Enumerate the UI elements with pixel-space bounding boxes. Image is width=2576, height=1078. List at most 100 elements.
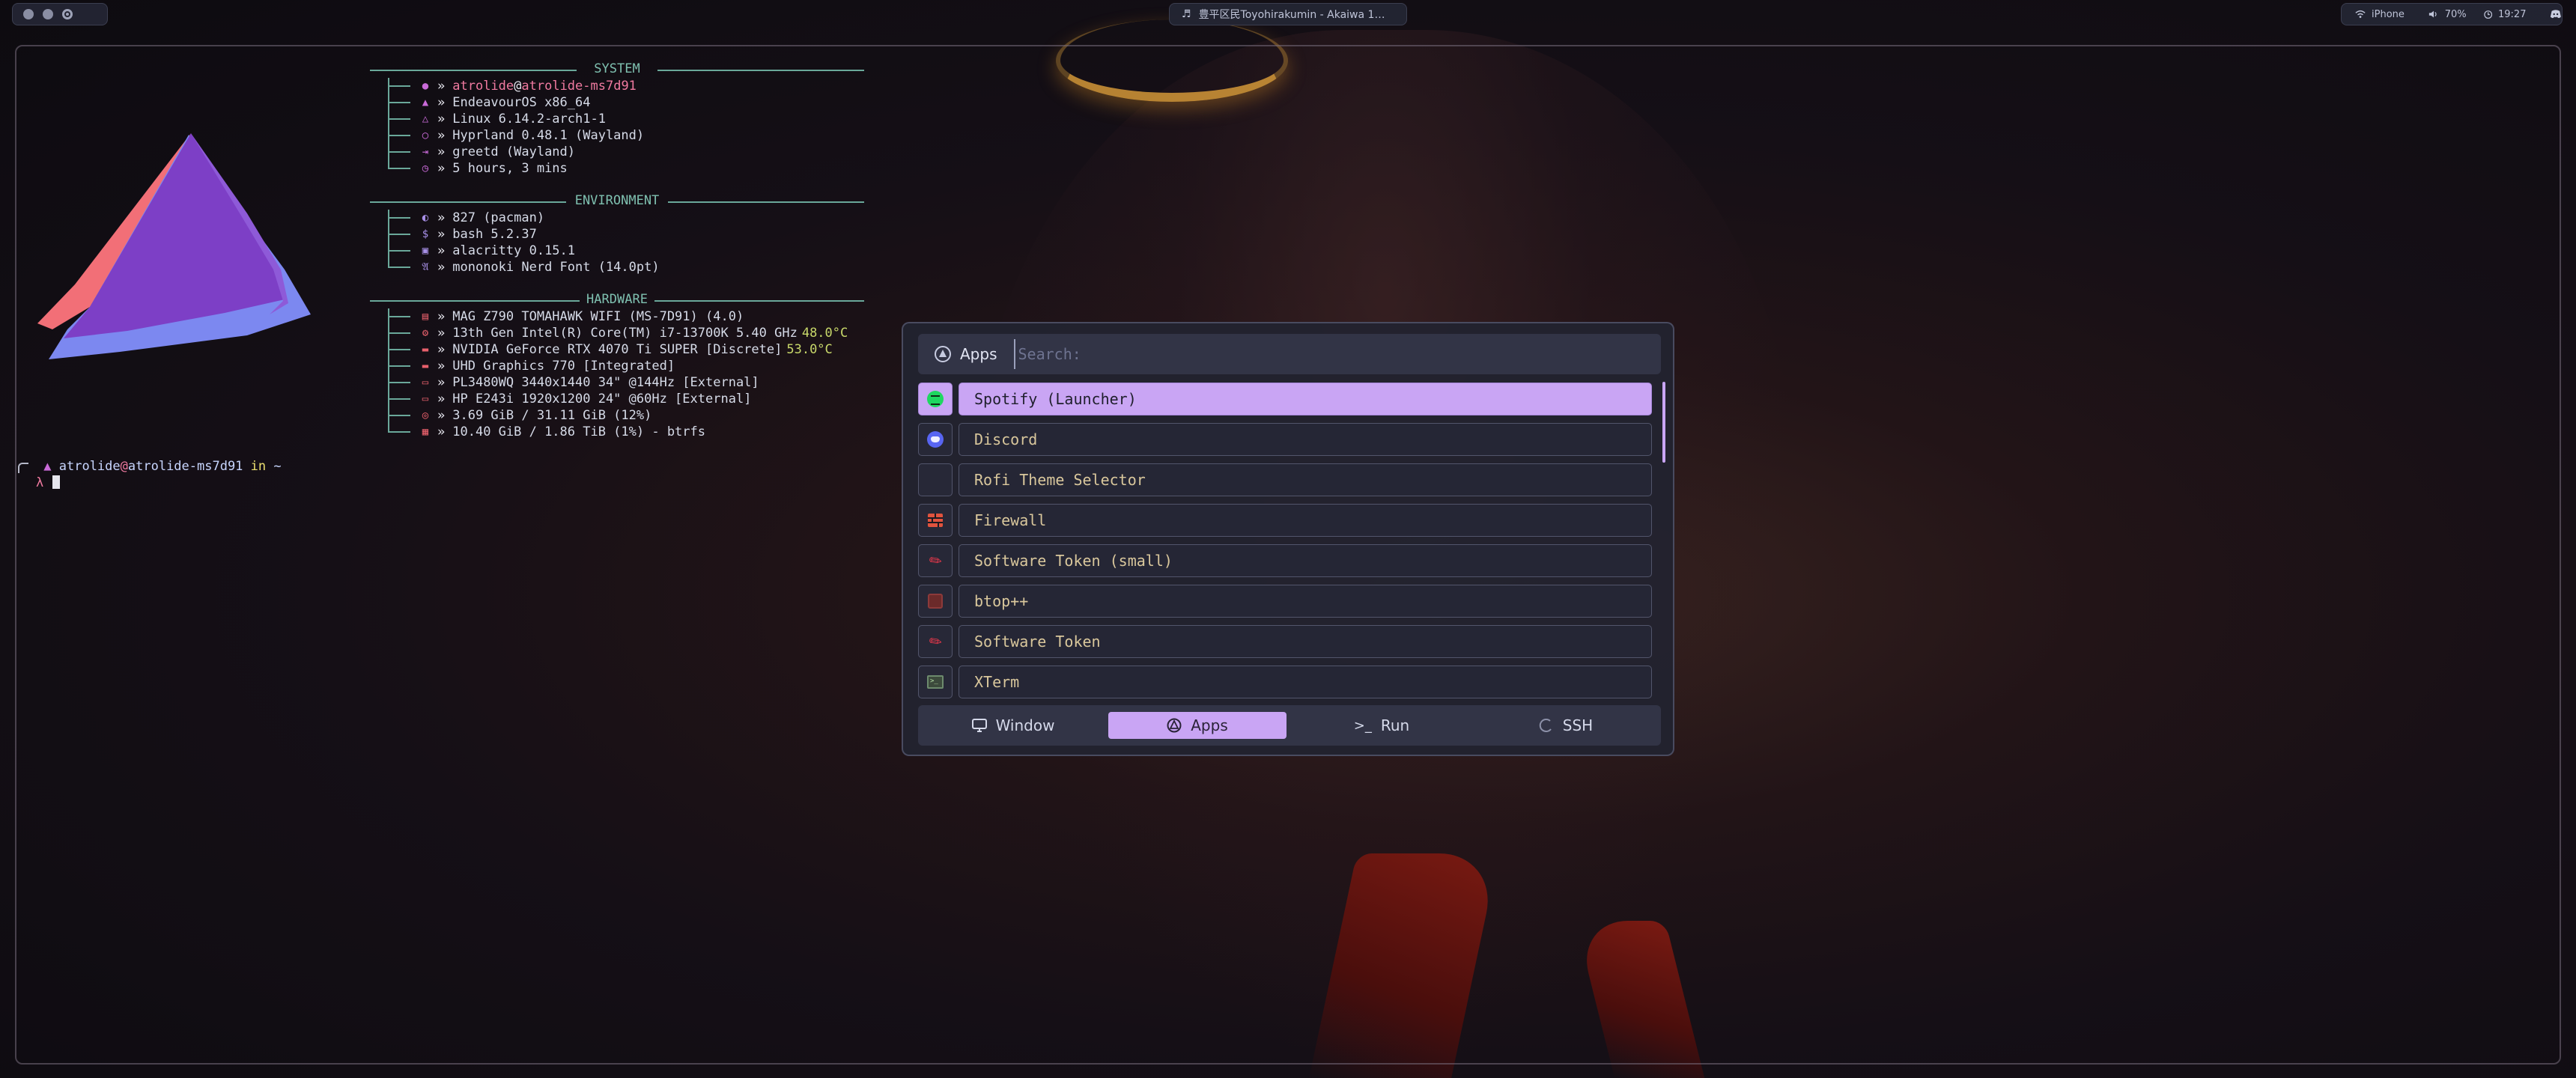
shell-prompt: ▲ atrolide@atrolide-ms7d91 in ~ bbox=[18, 458, 282, 475]
gpu-icon: ▬ bbox=[422, 360, 429, 372]
gpu-icon: ▬ bbox=[422, 344, 429, 356]
mode-button-ssh[interactable]: SSH bbox=[1477, 712, 1655, 739]
environment-section-title: ENVIRONMENT bbox=[574, 193, 660, 208]
list-item-software-token-small[interactable]: ✎ Software Token (small) bbox=[918, 543, 1667, 578]
hyprland-icon: ○ bbox=[422, 130, 429, 141]
info-row-gpu: ▬ » UHD Graphics 770 [Integrated] bbox=[388, 358, 675, 374]
list-item-label: Software Token bbox=[959, 625, 1652, 658]
list-item-xterm[interactable]: >_ XTerm bbox=[918, 665, 1667, 699]
mode-button-run[interactable]: >_ Run bbox=[1292, 712, 1471, 739]
info-row-os: ▲ » EndeavourOS x86_64 bbox=[388, 94, 590, 111]
list-item-rofi-theme-selector[interactable]: Rofi Theme Selector bbox=[918, 463, 1667, 497]
token-icon: ✎ bbox=[925, 549, 946, 572]
package-icon: ◐ bbox=[422, 212, 429, 224]
scrollbar-thumb[interactable] bbox=[1662, 382, 1665, 463]
info-row-wm: ○ » Hyprland 0.48.1 (Wayland) bbox=[388, 127, 644, 144]
search-input[interactable] bbox=[1013, 339, 1661, 369]
info-row-font: 𝔄 » mononoki Nerd Font (14.0pt) bbox=[388, 259, 660, 275]
list-item-label: Software Token (small) bbox=[959, 544, 1652, 577]
apps-icon bbox=[1167, 718, 1182, 733]
memory-icon: ◎ bbox=[422, 409, 429, 421]
endeavouros-icon: ▲ bbox=[43, 459, 52, 474]
run-icon: >_ bbox=[1353, 717, 1372, 734]
terminal-icon: ▣ bbox=[422, 245, 429, 257]
list-item-discord[interactable]: Discord bbox=[918, 422, 1667, 457]
endeavouros-logo bbox=[37, 133, 311, 359]
motherboard-icon: ▤ bbox=[422, 311, 429, 323]
environment-section-header: ENVIRONMENT bbox=[370, 193, 864, 210]
media-title: 豊平区民Toyohirakumin - Akaiwa 1… bbox=[1198, 9, 1385, 21]
workspace-3-active-dot[interactable] bbox=[62, 9, 73, 19]
info-row-user: ● » atrolide @ atrolide-ms7d91 bbox=[388, 78, 637, 94]
clock-icon bbox=[2483, 10, 2492, 19]
btop-icon bbox=[928, 594, 943, 609]
info-row-kernel: △ » Linux 6.14.2-arch1-1 bbox=[388, 111, 606, 127]
discord-tray-icon[interactable] bbox=[2550, 9, 2562, 19]
info-row-display: ▭ » PL3480WQ 3440x1440 34" @144Hz [Extern… bbox=[388, 374, 759, 391]
spotify-icon bbox=[927, 391, 944, 407]
info-row-disk: ▦ » 10.40 GiB / 1.86 TiB (1%) - btrfs bbox=[388, 424, 705, 440]
info-row-uptime: ◷ » 5 hours, 3 mins bbox=[388, 160, 568, 177]
rofi-input-bar: Apps bbox=[918, 334, 1661, 374]
clock-label[interactable]: 19:27 bbox=[2498, 9, 2526, 20]
music-note-icon: ♬ bbox=[1182, 8, 1191, 20]
apps-icon bbox=[935, 346, 951, 362]
info-row-memory: ◎ » 3.69 GiB / 31.11 GiB (12%) bbox=[388, 407, 651, 424]
mode-button-window[interactable]: Window bbox=[924, 712, 1102, 739]
info-row-terminal: ▣ » alacritty 0.15.1 bbox=[388, 243, 575, 259]
prompt-user: atrolide bbox=[58, 459, 121, 474]
volume-icon bbox=[2428, 10, 2437, 18]
cpu-icon: ⚙ bbox=[422, 327, 429, 339]
firewall-icon bbox=[928, 514, 943, 527]
list-item-software-token[interactable]: ✎ Software Token bbox=[918, 624, 1667, 659]
info-row-board: ▤ » MAG Z790 TOMAHAWK WIFI (MS-7D91) (4.0… bbox=[388, 308, 744, 325]
info-row-display: ▭ » HP E243i 1920x1200 24" @60Hz [Externa… bbox=[388, 391, 751, 407]
clock-icon: ◷ bbox=[422, 162, 429, 174]
info-row-packages: ◐ » 827 (pacman) bbox=[388, 210, 544, 226]
endeavouros-icon: ▲ bbox=[422, 97, 429, 109]
workspace-2-dot[interactable] bbox=[43, 9, 53, 19]
kernel-icon: △ bbox=[422, 113, 429, 125]
ssh-icon bbox=[1539, 719, 1552, 733]
volume-label[interactable]: 70% bbox=[2445, 9, 2467, 20]
wifi-label[interactable]: iPhone bbox=[2372, 9, 2405, 20]
workspace-1-dot[interactable] bbox=[23, 9, 34, 19]
system-section-title: SYSTEM bbox=[594, 61, 640, 76]
shell-input-line[interactable]: λ bbox=[36, 475, 61, 491]
monitor-icon: ▭ bbox=[422, 377, 429, 389]
list-item-btop[interactable]: btop++ bbox=[918, 584, 1667, 618]
prompt-host: atrolide-ms7d91 bbox=[127, 459, 243, 474]
font-icon: 𝔄 bbox=[422, 261, 429, 273]
mode-switcher: Window Apps >_ Run SSH bbox=[918, 705, 1661, 746]
prompt-corner bbox=[18, 463, 28, 473]
user-icon: ● bbox=[422, 80, 429, 92]
list-item-label: XTerm bbox=[959, 666, 1652, 698]
list-item-label: Discord bbox=[959, 423, 1652, 456]
media-widget[interactable]: ♬ 豊平区民Toyohirakumin - Akaiwa 1… bbox=[1169, 3, 1407, 25]
token-icon: ✎ bbox=[925, 630, 946, 653]
terminal-cursor bbox=[52, 475, 61, 489]
list-item-label: Spotify (Launcher) bbox=[959, 383, 1652, 415]
info-row-cpu: ⚙ » 13th Gen Intel(R) Core(TM) i7-13700K … bbox=[388, 325, 848, 341]
disk-icon: ▦ bbox=[422, 426, 429, 438]
top-bar: ♬ 豊平区民Toyohirakumin - Akaiwa 1… iPhone 7… bbox=[0, 0, 2576, 28]
list-item-label: Rofi Theme Selector bbox=[959, 463, 1652, 496]
workspace-indicator bbox=[12, 3, 108, 25]
list-item-spotify[interactable]: Spotify (Launcher) bbox=[918, 382, 1667, 416]
list-item-firewall[interactable]: Firewall bbox=[918, 503, 1667, 538]
rofi-launcher: Apps Spotify (Launcher) Discord Rofi The… bbox=[902, 322, 1674, 756]
list-scrollbar[interactable] bbox=[1662, 382, 1665, 785]
hardware-section-title: HARDWARE bbox=[586, 292, 648, 307]
empty-icon bbox=[918, 463, 953, 496]
wifi-icon bbox=[2355, 10, 2366, 18]
list-item-label: Firewall bbox=[959, 504, 1652, 537]
shell-icon: $ bbox=[422, 228, 429, 240]
mode-button-apps[interactable]: Apps bbox=[1108, 712, 1287, 739]
prompt-symbol: λ bbox=[36, 475, 44, 490]
login-icon: ⇥ bbox=[422, 146, 429, 158]
monitor-icon: ▭ bbox=[422, 393, 429, 405]
rofi-mode-label: Apps bbox=[960, 345, 997, 363]
list-item-label: btop++ bbox=[959, 585, 1652, 618]
info-row-gpu: ▬ » NVIDIA GeForce RTX 4070 Ti SUPER [Dis… bbox=[388, 341, 833, 358]
status-widget: iPhone 70% 19:27 bbox=[2341, 3, 2563, 25]
